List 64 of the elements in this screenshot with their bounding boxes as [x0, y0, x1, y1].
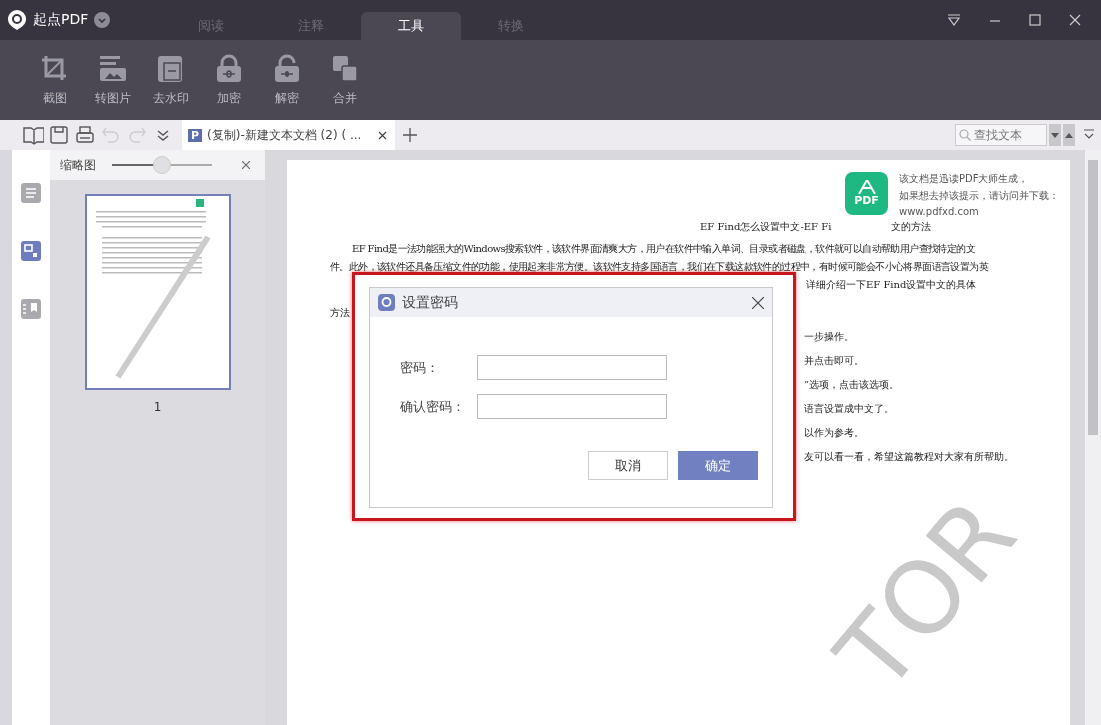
document-title: 文的方法: [891, 220, 932, 234]
maximize-icon[interactable]: [1029, 14, 1041, 26]
paragraph-line: 件。此外，该软件还具备压缩文件的功能，使用起来非常方便。该软件支持多国语言，我们在下载这款软件的过程中，有时候可能会不小心将界面语言设置为英: [330, 260, 990, 274]
tool-button[interactable]: 转图片: [88, 53, 138, 107]
paragraph-line: ”选项，点击该选项。: [804, 378, 901, 392]
page-number: 1: [153, 400, 162, 414]
tool-button[interactable]: 合并: [320, 53, 370, 107]
search-icon: [959, 129, 971, 141]
dropdown-icon[interactable]: [94, 12, 111, 28]
book-icon[interactable]: [22, 124, 44, 146]
app-logo-icon: [7, 9, 27, 31]
tool-button[interactable]: 解密: [262, 53, 312, 107]
tool-button[interactable]: 截图: [30, 53, 80, 107]
document-tab[interactable]: P (复制)-新建文本文档 (2) ( ...: [182, 120, 396, 150]
pdf-badge: P: [188, 128, 203, 142]
password-field[interactable]: [477, 355, 667, 380]
notice-line: 如果想去掉该提示，请访问并下载：: [899, 189, 1059, 203]
caret-down-icon: [1051, 132, 1059, 138]
cancel-button[interactable]: 取消: [588, 451, 668, 480]
menu-tab[interactable]: 工具: [361, 12, 461, 40]
image-icon: [98, 53, 128, 84]
document-title: EF Find怎么设置中文-EF Fi: [700, 220, 832, 234]
paragraph-line: 详细介绍一下EF Find设置中文的具体: [806, 278, 978, 292]
pdf-logo: PDF: [845, 172, 888, 215]
caret-up-icon: [1065, 132, 1073, 138]
paragraph-line: 友可以看一看，希望这篇教程对大家有所帮助。: [804, 450, 1015, 464]
document-tab-title[interactable]: (复制)-新建文本文档 (2) ( ...: [207, 126, 362, 144]
page-thumbnail[interactable]: [84, 194, 231, 390]
search-next-button[interactable]: [1049, 124, 1061, 146]
close-icon[interactable]: [752, 296, 764, 309]
app-logo-icon: [378, 294, 395, 311]
paragraph-line: EF Find是一法功能强大的Windows搜索软件，该软件界面清爽大方，用户在软件中输入单词、目录或者磁盘，软件就可以自动帮助用户查找特定的文: [351, 242, 977, 256]
field-label: 密码：: [400, 358, 440, 377]
confirm-button[interactable]: 确定: [678, 451, 758, 480]
tool-button[interactable]: 加密: [204, 53, 254, 107]
thumbnails-icon[interactable]: [21, 241, 41, 261]
notice-line: 该文档是迅读PDF大师生成，: [899, 172, 1030, 186]
search-field[interactable]: 查找文本: [955, 124, 1047, 146]
dialog-title: 设置密码: [402, 293, 458, 312]
panel-title: 缩略图: [60, 156, 96, 174]
tool-button[interactable]: 去水印: [146, 53, 196, 107]
more-icon[interactable]: [1083, 129, 1095, 141]
menu-icon[interactable]: [947, 14, 961, 26]
merge-icon: [330, 53, 360, 84]
add-tab-icon[interactable]: [403, 128, 418, 142]
bookmarks-icon[interactable]: [21, 299, 41, 319]
unlock-icon: [272, 53, 302, 84]
print-icon[interactable]: [74, 124, 96, 146]
paragraph-line: 以作为参考。: [804, 426, 865, 440]
scrollbar-thumb[interactable]: [1088, 160, 1098, 435]
section-heading: 方法: [330, 306, 351, 320]
field-label: 确认密码：: [400, 397, 466, 416]
close-icon[interactable]: [242, 161, 250, 169]
notice-line: www.pdfxd.com: [899, 206, 980, 217]
paragraph-line: 语言设置成中文了。: [804, 402, 895, 416]
search-previous-button[interactable]: [1063, 124, 1075, 146]
lock-icon: [214, 53, 244, 84]
save-icon[interactable]: [48, 124, 70, 146]
close-icon[interactable]: [378, 130, 388, 140]
app-name: 起点PDF: [33, 11, 89, 29]
slider-thumb[interactable]: [153, 156, 171, 174]
paragraph-line: 一步操作。: [804, 330, 855, 344]
password-field[interactable]: [477, 394, 667, 419]
paragraph-line: 并点击即可。: [804, 354, 865, 368]
